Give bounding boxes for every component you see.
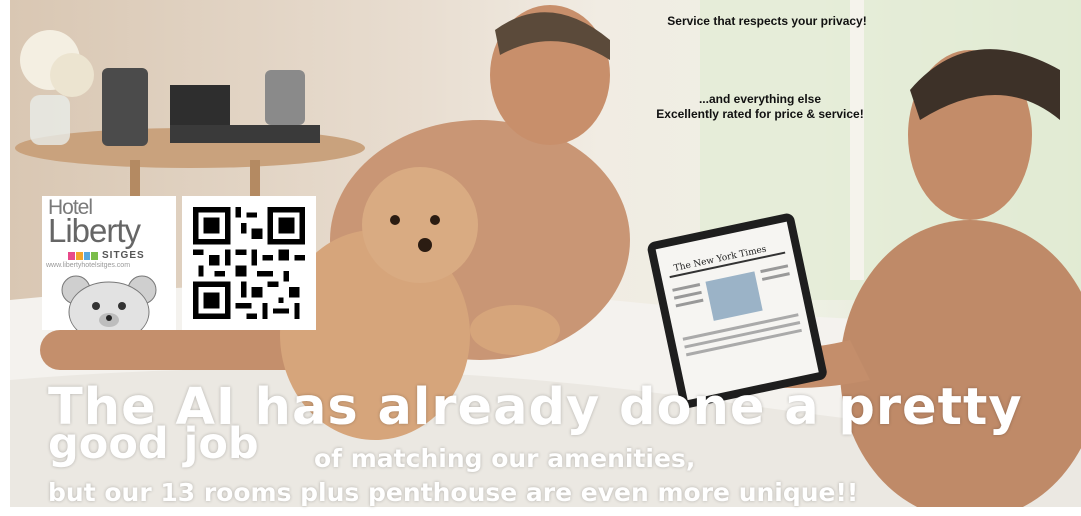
- rainbow-bars-icon: [68, 252, 98, 260]
- headline-line-2-rest: of matching our amenities,: [314, 444, 696, 473]
- teddy-bear-icon: [61, 275, 157, 330]
- logo-url-text: www.libertyhotelsitges.com: [46, 262, 131, 269]
- hotel-liberty-logo: Hotel Liberty SITGES www.libertyhotelsit…: [42, 196, 176, 330]
- headline-line-2: good job: [48, 419, 259, 469]
- privacy-caption: Service that respects your privacy!: [667, 14, 867, 28]
- logo-sitges-text: SITGES: [102, 250, 145, 261]
- qr-code-icon: [193, 207, 305, 319]
- headline-line-3: but our 13 rooms plus penthouse are even…: [48, 478, 859, 507]
- qr-code[interactable]: [182, 196, 316, 330]
- logo-liberty-text: Liberty: [48, 212, 141, 249]
- rated-line: Excellently rated for price & service!: [656, 107, 864, 121]
- everything-else-line: ...and everything else: [698, 92, 822, 106]
- rating-caption: ...and everything else Excellently rated…: [610, 92, 910, 122]
